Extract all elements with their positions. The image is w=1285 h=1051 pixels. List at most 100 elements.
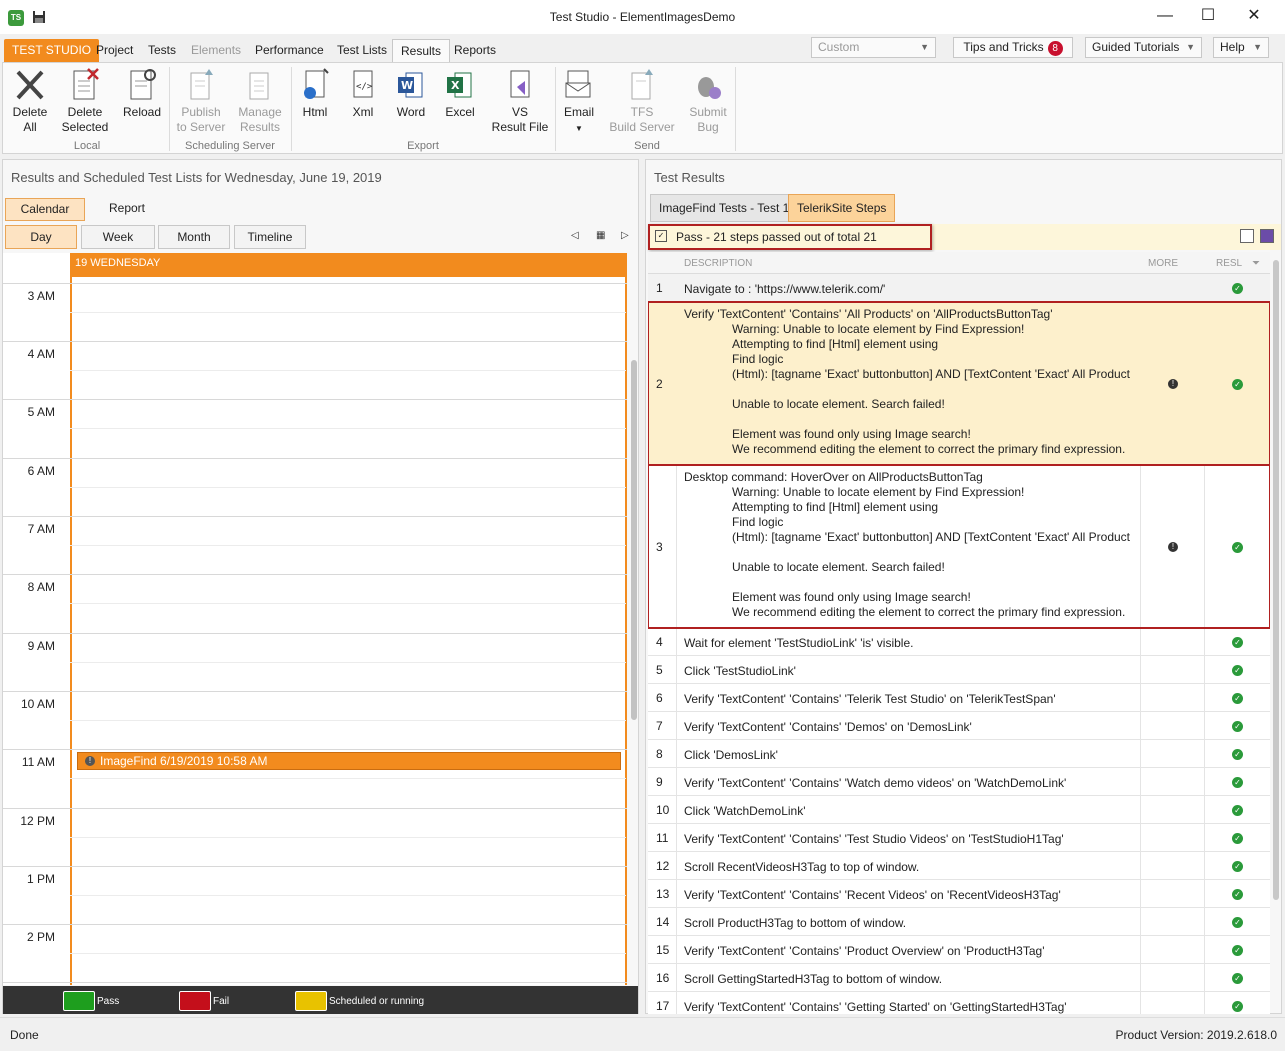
chevron-down-icon: ▼ — [1186, 42, 1195, 52]
tab-reports[interactable]: Reports — [446, 39, 504, 62]
subtab-report[interactable]: Report — [97, 198, 157, 221]
step-description: Click 'DemosLink' — [684, 748, 1130, 763]
maximize-button[interactable]: ☐ — [1188, 4, 1228, 28]
svg-text:</>: </> — [356, 82, 373, 92]
table-row[interactable]: 14 Scroll ProductH3Tag to bottom of windo… — [648, 908, 1270, 936]
submit-bug-button[interactable]: Submit Bug — [683, 67, 733, 135]
calculator-icon[interactable] — [1240, 229, 1254, 243]
day-calendar[interactable]: 19 WEDNESDAY 3 AM 4 AM 5 AM 6 AM 7 AM 8 … — [3, 253, 627, 985]
hour-label: 7 AM — [27, 522, 55, 536]
info-icon[interactable]: ! — [1168, 378, 1178, 389]
export-excel-button[interactable]: X Excel — [440, 67, 480, 120]
step-line: Click 'DemosLink' — [684, 748, 778, 762]
tab-project[interactable]: Project — [88, 39, 141, 62]
delete-all-button[interactable]: Delete All — [7, 67, 53, 135]
col-description[interactable]: DESCRIPTION — [684, 258, 752, 269]
reload-button[interactable]: Reload — [119, 67, 165, 120]
legend-pass-label: Pass — [97, 996, 120, 1007]
table-row[interactable]: 7 Verify 'TextContent' 'Contains' 'Demos'… — [648, 712, 1270, 740]
step-number: 6 — [656, 691, 663, 705]
table-row[interactable]: 3 Desktop command: HoverOver on AllProduc… — [648, 464, 1270, 629]
table-row[interactable]: 10 Click 'WatchDemoLink' ✓ — [648, 796, 1270, 824]
table-row[interactable]: 13 Verify 'TextContent' 'Contains' 'Recen… — [648, 880, 1270, 908]
step-number: 3 — [656, 539, 663, 554]
close-button[interactable]: ✕ — [1234, 4, 1274, 28]
today-icon[interactable]: ▦ — [596, 230, 605, 241]
filter-icon[interactable]: ⏷ — [1252, 258, 1260, 269]
export-xml-button[interactable]: </> Xml — [343, 67, 383, 120]
export-vs-result-button[interactable]: VS Result File — [491, 67, 549, 135]
step-description: Verify 'TextContent' 'Contains' 'Recent … — [684, 888, 1130, 903]
step-line: Wait for element 'TestStudioLink' 'is' v… — [684, 636, 914, 650]
export-html-button[interactable]: Html — [295, 67, 335, 120]
table-row[interactable]: 12 Scroll RecentVideosH3Tag to top of win… — [648, 852, 1270, 880]
group-send-label: Send — [634, 140, 660, 152]
visual-studio-icon[interactable] — [1260, 229, 1274, 243]
prev-day-icon[interactable]: ◁ — [571, 230, 579, 241]
step-number: 4 — [656, 635, 663, 649]
tab-tests[interactable]: Tests — [140, 39, 184, 62]
chevron-down-icon: ▼ — [920, 42, 929, 52]
table-row[interactable]: 8 Click 'DemosLink' ✓ — [648, 740, 1270, 768]
calendar-scrollbar[interactable] — [631, 360, 637, 720]
table-row[interactable]: 5 Click 'TestStudioLink' ✓ — [648, 656, 1270, 684]
publish-to-server-button[interactable]: Publish to Server — [173, 67, 229, 135]
legend-scheduled-swatch — [295, 991, 327, 1011]
html-label: Html — [302, 105, 328, 119]
step-number: 14 — [656, 915, 670, 929]
table-row[interactable]: 9 Verify 'TextContent' 'Contains' 'Watch … — [648, 768, 1270, 796]
hour-line — [3, 924, 627, 925]
tab-results[interactable]: Results — [392, 39, 451, 62]
view-week-button[interactable]: Week — [81, 225, 155, 249]
layout-combo[interactable]: Custom ▼ — [811, 37, 936, 58]
help-dropdown[interactable]: Help ▼ — [1213, 37, 1269, 58]
view-timeline-button[interactable]: Timeline — [234, 225, 306, 249]
calendar-appointment[interactable]: ! ImageFind 6/19/2019 10:58 AM — [77, 752, 621, 770]
info-icon[interactable]: ! — [1168, 541, 1178, 552]
minimize-button[interactable]: — — [1145, 4, 1185, 28]
hour-label: 6 AM — [27, 464, 55, 478]
table-row[interactable]: 16 Scroll GettingStartedH3Tag to bottom o… — [648, 964, 1270, 992]
tips-button[interactable]: Tips and Tricks 8 — [953, 37, 1073, 58]
table-row[interactable]: 2 Verify 'TextContent' 'Contains' 'All Pr… — [648, 301, 1270, 466]
email-dropdown-button[interactable]: Email ▼ — [559, 67, 599, 136]
tutorials-label: Guided Tutorials — [1092, 40, 1180, 54]
manage-results-button[interactable]: Manage Results — [235, 67, 285, 135]
table-row[interactable]: 6 Verify 'TextContent' 'Contains' 'Teleri… — [648, 684, 1270, 712]
next-day-icon[interactable]: ▷ — [621, 230, 629, 241]
table-row[interactable]: 15 Verify 'TextContent' 'Contains' 'Produ… — [648, 936, 1270, 964]
tfs-build-server-button[interactable]: TFS Build Server — [609, 67, 675, 135]
delete-selected-button[interactable]: Delete Selected — [61, 67, 109, 135]
tab-performance[interactable]: Performance — [247, 39, 332, 62]
col-result[interactable]: RESL — [1216, 258, 1242, 269]
app-status-bar: Done Product Version: 2019.2.618.0 — [0, 1017, 1285, 1051]
export-word-button[interactable]: W Word — [391, 67, 431, 120]
step-line: Scroll GettingStartedH3Tag to bottom of … — [684, 972, 943, 986]
pass-icon: ✓ — [1232, 637, 1243, 648]
table-row[interactable]: 11 Verify 'TextContent' 'Contains' 'Test … — [648, 824, 1270, 852]
window-title: Test Studio - ElementImagesDemo — [549, 10, 736, 24]
view-month-button[interactable]: Month — [158, 225, 230, 249]
chevron-down-icon: ▼ — [1253, 42, 1262, 52]
subtab-calendar[interactable]: Calendar — [5, 198, 85, 221]
guided-tutorials-dropdown[interactable]: Guided Tutorials ▼ — [1085, 37, 1202, 58]
table-row[interactable]: 4 Wait for element 'TestStudioLink' 'is' … — [648, 628, 1270, 656]
breadcrumb-steps[interactable]: TelerikSite Steps — [788, 194, 896, 222]
tab-elements[interactable]: Elements — [183, 39, 249, 62]
results-scrollbar[interactable] — [1273, 260, 1279, 900]
step-line: Verify 'TextContent' 'Contains' 'Getting… — [684, 1000, 1067, 1014]
step-description: Scroll RecentVideosH3Tag to top of windo… — [684, 860, 1130, 875]
table-row[interactable]: 1 Navigate to : 'https://www.telerik.com/… — [648, 274, 1270, 302]
col-more[interactable]: MORE — [1148, 258, 1178, 269]
step-line — [684, 575, 1130, 590]
hour-line — [3, 574, 627, 575]
view-day-button[interactable]: Day — [5, 225, 77, 249]
breadcrumb-test[interactable]: ImageFind Tests - Test 1 — [650, 194, 799, 222]
ribbon: Delete All Delete Selected Reload Local … — [2, 62, 1283, 154]
ribbon-separator — [169, 67, 170, 151]
step-line: Verify 'TextContent' 'Contains' 'Telerik… — [684, 692, 1056, 706]
tab-test-lists[interactable]: Test Lists — [329, 39, 395, 62]
table-row[interactable]: 17 Verify 'TextContent' 'Contains' 'Getti… — [648, 992, 1270, 1014]
step-line: Navigate to : 'https://www.telerik.com/' — [684, 282, 886, 296]
tab-test-studio[interactable]: TEST STUDIO — [4, 39, 100, 62]
